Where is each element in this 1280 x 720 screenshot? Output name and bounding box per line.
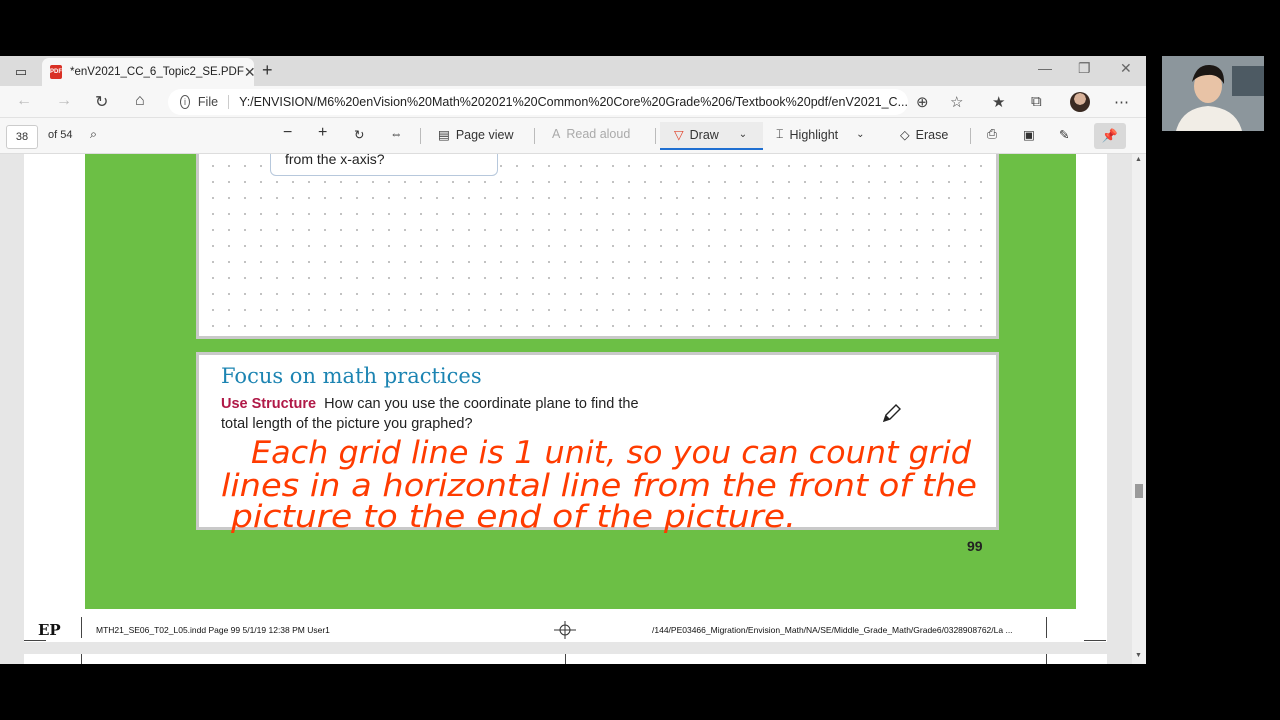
new-tab-icon[interactable]: + xyxy=(262,60,273,81)
slug-left-text: MTH21_SE06_T02_L05.indd Page 99 5/1/19 1… xyxy=(96,625,330,635)
slug-right-text: /144/PE03466_Migration/Envision_Math/NA/… xyxy=(652,625,1013,635)
page-view-icon: ▤ xyxy=(438,128,450,142)
divider xyxy=(420,128,421,144)
print-icon[interactable]: ⎙ xyxy=(987,127,997,142)
question-line-1: Use Structure How can you use the coordi… xyxy=(221,396,639,412)
pdf-toolbar: 38 of 54 ⌕ − + ↻ ⇔ ▤ Page view A Read al… xyxy=(0,118,1146,154)
profile-avatar[interactable] xyxy=(1070,92,1090,112)
chevron-down-icon[interactable]: ⌄ xyxy=(856,129,864,140)
eraser-icon: ◇ xyxy=(900,128,910,142)
refresh-icon[interactable]: ↻ xyxy=(95,92,108,112)
focus-box: Focus on math practices Use Structure Ho… xyxy=(196,352,999,533)
scroll-down-icon[interactable]: ▼ xyxy=(1135,652,1142,659)
address-bar-row: ← → ↻ ⌂ i File Y:/ENVISION/M6%20enVision… xyxy=(0,86,1146,118)
page-number-input[interactable]: 38 xyxy=(6,125,38,149)
add-favorite-icon[interactable]: ☆ xyxy=(950,93,963,111)
vertical-scrollbar[interactable]: ▲ ▼ xyxy=(1132,154,1146,664)
use-structure-label: Use Structure xyxy=(221,396,317,412)
read-aloud-label: Read aloud xyxy=(566,127,631,141)
page-view-label: Page view xyxy=(455,127,514,142)
save-as-icon[interactable]: ✎ xyxy=(1059,127,1069,142)
page-view-button[interactable]: ▤ Page view xyxy=(438,127,514,143)
slug-divider xyxy=(1046,617,1047,638)
pdf-file-icon: PDF xyxy=(50,65,62,79)
pin-toolbar-icon[interactable]: 📌 xyxy=(1094,123,1126,149)
zoom-icon[interactable]: ⊕ xyxy=(916,93,929,111)
ep-logo: EP xyxy=(38,621,61,639)
search-icon[interactable]: ⌕ xyxy=(90,127,97,142)
zoom-in-icon[interactable]: + xyxy=(318,124,327,142)
info-icon[interactable]: i xyxy=(180,95,190,109)
slug-divider xyxy=(81,617,82,638)
divider xyxy=(655,128,656,144)
handwritten-line-1: Each grid line is 1 unit, so you can cou… xyxy=(251,435,971,471)
draw-button[interactable]: ▽ Draw ⌄ xyxy=(674,127,747,143)
tab-strip: ▭ PDF *enV2021_CC_6_Topic2_SE.PDF ✕ + — … xyxy=(0,56,1146,86)
dot-grid-workspace: from the x-axis? xyxy=(196,154,999,339)
question-text-1: How can you use the coordinate plane to … xyxy=(324,396,639,412)
green-page-band: from the x-axis? Focus on math practices… xyxy=(85,154,1076,609)
print-slug: EP MTH21_SE06_T02_L05.indd Page 99 5/1/1… xyxy=(24,617,1107,642)
rotate-icon[interactable]: ↻ xyxy=(354,127,364,142)
url-text: Y:/ENVISION/M6%20enVision%20Math%202021%… xyxy=(239,95,908,109)
page-number: 99 xyxy=(967,538,983,554)
slug-divider xyxy=(565,654,566,664)
webcam-video xyxy=(1162,56,1264,131)
registration-mark-icon xyxy=(554,621,576,639)
close-tab-icon[interactable]: ✕ xyxy=(244,64,256,81)
favorites-icon[interactable]: ★ xyxy=(992,93,1005,111)
more-menu-icon[interactable]: ⋯ xyxy=(1114,93,1129,111)
forward-icon[interactable]: → xyxy=(56,92,72,110)
fit-page-icon[interactable]: ⇔ xyxy=(390,127,403,141)
handwritten-line-3: picture to the end of the picture. xyxy=(230,499,796,533)
back-icon[interactable]: ← xyxy=(16,92,32,110)
close-window-icon[interactable]: ✕ xyxy=(1120,60,1132,77)
slug-divider xyxy=(81,654,82,664)
handwritten-answer: Each grid line is 1 unit, so you can cou… xyxy=(221,435,977,533)
screen: ▭ PDF *enV2021_CC_6_Topic2_SE.PDF ✕ + — … xyxy=(0,0,1280,720)
zoom-out-icon[interactable]: − xyxy=(283,124,292,142)
tab-actions-icon[interactable]: ▭ xyxy=(8,62,34,82)
highlight-label: Highlight xyxy=(789,127,839,142)
webcam-person xyxy=(1162,56,1264,131)
chevron-down-icon[interactable]: ⌄ xyxy=(739,129,747,140)
pdf-page: from the x-axis? Focus on math practices… xyxy=(24,154,1107,642)
next-pdf-page xyxy=(24,654,1107,664)
question-line-2: total length of the picture you graphed? xyxy=(221,416,473,432)
read-aloud-icon: A xyxy=(552,127,561,141)
erase-label: Erase xyxy=(915,127,949,142)
url-field[interactable]: i File Y:/ENVISION/M6%20enVision%20Math%… xyxy=(168,89,908,115)
pdf-document-area: from the x-axis? Focus on math practices… xyxy=(0,154,1132,664)
page-total: of 54 xyxy=(48,129,73,141)
home-icon[interactable]: ⌂ xyxy=(135,92,145,110)
tab-title: *enV2021_CC_6_Topic2_SE.PDF xyxy=(70,66,244,78)
restore-icon[interactable]: ❐ xyxy=(1078,60,1091,77)
minimize-icon[interactable]: — xyxy=(1038,60,1052,76)
divider xyxy=(534,128,535,144)
file-label: File xyxy=(198,95,230,109)
callout-box: from the x-axis? xyxy=(270,154,498,176)
scroll-up-icon[interactable]: ▲ xyxy=(1135,156,1142,163)
erase-button[interactable]: ◇ Erase xyxy=(900,127,949,143)
pen-cursor-icon xyxy=(882,404,901,423)
scrollbar-thumb[interactable] xyxy=(1135,484,1143,498)
read-aloud-button[interactable]: A Read aloud xyxy=(552,127,630,141)
save-icon[interactable]: ▣ xyxy=(1023,127,1035,142)
divider xyxy=(970,128,971,144)
browser-window: ▭ PDF *enV2021_CC_6_Topic2_SE.PDF ✕ + — … xyxy=(0,56,1146,664)
draw-label: Draw xyxy=(689,127,719,142)
tab-pdf[interactable]: PDF *enV2021_CC_6_Topic2_SE.PDF ✕ xyxy=(42,58,256,86)
highlight-button[interactable]: ⌶ Highlight ⌄ xyxy=(776,127,865,142)
draw-pen-icon: ▽ xyxy=(674,128,684,142)
focus-title: Focus on math practices xyxy=(221,364,482,388)
slug-divider xyxy=(1046,654,1047,664)
highlighter-icon: ⌶ xyxy=(776,127,784,141)
collections-icon[interactable]: ⧉ xyxy=(1031,93,1042,110)
callout-text: from the x-axis? xyxy=(285,154,385,167)
